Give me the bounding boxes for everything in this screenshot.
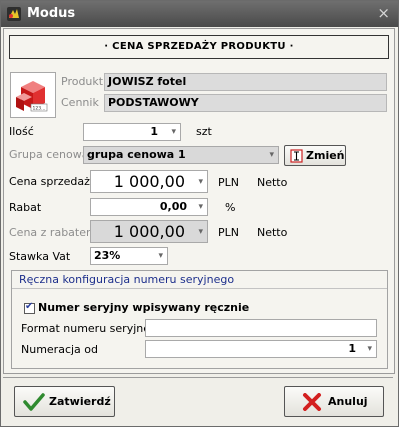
price-group-select[interactable]: grupa cenowa 1 ▾ <box>83 146 279 164</box>
check-icon: ✔ <box>25 301 34 312</box>
price-group-value: grupa cenowa 1 <box>87 148 186 161</box>
discounted-price-value: 1 000,00 <box>113 222 185 241</box>
quantity-value: 1 <box>150 125 158 138</box>
price-list-label: Cennik <box>61 96 99 109</box>
numbering-from-label: Numeracja od <box>21 343 98 356</box>
sale-price-input[interactable]: 1 000,00 ▾ <box>90 170 208 193</box>
discount-unit: % <box>225 201 236 214</box>
vat-select[interactable]: 23% ▾ <box>90 247 168 265</box>
price-group-dropdown-icon[interactable]: ▾ <box>269 147 274 163</box>
check-mark-icon <box>23 393 45 411</box>
quantity-label: Ilość <box>9 125 34 138</box>
quantity-unit: szt <box>196 125 212 138</box>
cancel-x-icon <box>303 393 321 411</box>
sale-price-mode: Netto <box>257 176 288 189</box>
manual-serial-label[interactable]: Numer seryjny wpisywany ręcznie <box>38 301 249 314</box>
confirm-button-label: Zatwierdź <box>49 395 111 408</box>
manual-serial-checkbox[interactable]: ✔ <box>24 301 35 314</box>
discounted-price-currency: PLN <box>218 226 239 239</box>
sale-price-value: 1 000,00 <box>113 172 185 191</box>
sale-price-currency: PLN <box>218 176 239 189</box>
discounted-price-dropdown-icon: ▾ <box>198 227 203 237</box>
vat-label: Stawka Vat <box>9 250 71 263</box>
window-title: Modus <box>27 6 76 21</box>
product-image-caption: 123... <box>33 106 46 112</box>
section-title: · CENA SPRZEDAŻY PRODUKTU · <box>9 35 389 59</box>
serial-format-label: Format numeru seryjnego <box>21 322 164 335</box>
cancel-button[interactable]: Anuluj <box>284 386 384 417</box>
discount-label: Rabat <box>9 201 42 214</box>
change-button-label: Zmień <box>306 149 345 162</box>
price-list-field: PODSTAWOWY <box>104 94 387 112</box>
change-price-group-button[interactable]: Zmień <box>284 145 346 166</box>
numbering-dropdown-icon[interactable]: ▾ <box>367 341 372 357</box>
numbering-from-input[interactable]: 1 ▾ <box>145 340 377 358</box>
cancel-button-label: Anuluj <box>328 395 368 408</box>
product-image: 123... <box>10 72 56 118</box>
discount-value: 0,00 <box>159 200 187 213</box>
vat-dropdown-icon[interactable]: ▾ <box>158 248 163 264</box>
close-icon[interactable]: × <box>377 5 390 21</box>
app-icon <box>7 7 21 21</box>
vat-value: 23% <box>94 249 121 262</box>
quantity-dropdown-icon[interactable]: ▾ <box>171 124 176 140</box>
discount-input[interactable]: 0,00 ▾ <box>90 198 208 216</box>
discount-dropdown-icon[interactable]: ▾ <box>198 199 203 215</box>
product-boxes-icon: 123... <box>16 81 48 112</box>
discounted-price-field: 1 000,00 ▾ <box>90 220 208 243</box>
confirm-button[interactable]: Zatwierdź <box>14 386 115 417</box>
title-bar: Modus × <box>1 1 398 27</box>
discounted-price-label: Cena z rabatem <box>9 226 97 239</box>
product-field: JOWISZ fotel <box>104 73 387 91</box>
numbering-from-value: 1 <box>348 342 356 355</box>
edit-cursor-icon <box>290 149 303 163</box>
quantity-input[interactable]: 1 ▾ <box>83 123 181 141</box>
serial-format-input[interactable] <box>145 319 377 337</box>
serial-group-title: Ręczna konfiguracja numeru seryjnego <box>12 271 387 289</box>
price-group-label: Grupa cenowa <box>9 148 89 161</box>
footer-divider <box>3 377 393 378</box>
discounted-price-mode: Netto <box>257 226 288 239</box>
sale-price-dropdown-icon[interactable]: ▾ <box>198 171 203 193</box>
product-label: Produkt <box>61 75 104 88</box>
sale-price-label: Cena sprzedaży <box>9 175 97 188</box>
